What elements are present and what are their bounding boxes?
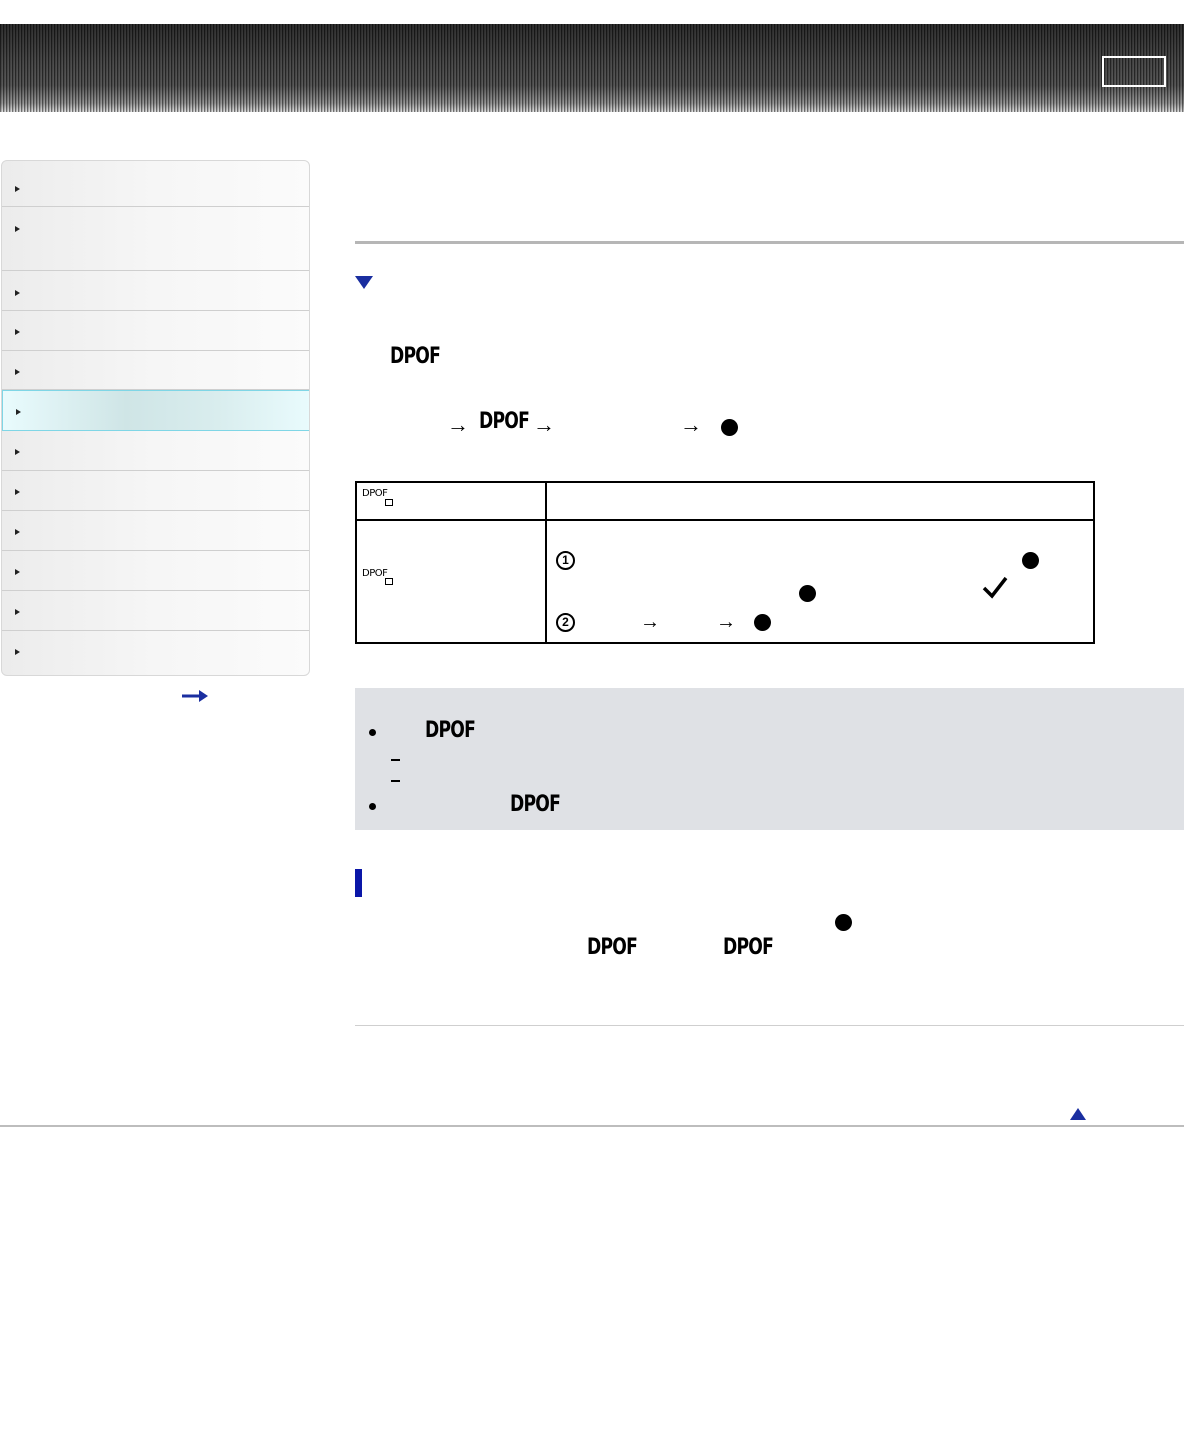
dpof-icon: DPOF	[479, 409, 530, 434]
table-cell-icon: DPOF	[355, 519, 547, 644]
chevron-right-icon	[15, 290, 20, 296]
table-cell-icon: DPOF	[355, 481, 547, 521]
checkbox-icon	[385, 499, 393, 506]
dash-marker	[391, 780, 400, 782]
dpof-icon: DPOF	[723, 935, 774, 960]
step-number-1: 1	[556, 551, 575, 570]
arrow-glyph: →	[716, 611, 736, 633]
chevron-right-icon	[15, 569, 20, 575]
center-button-icon	[835, 914, 852, 931]
header-search-box[interactable]	[1102, 56, 1166, 87]
dpof-icon: DPOF	[390, 344, 441, 369]
header-banner	[0, 24, 1184, 112]
arrow-glyph: →	[533, 412, 555, 437]
content-divider	[355, 1025, 1184, 1026]
footer-divider	[0, 1125, 1184, 1127]
bullet-dot	[369, 803, 376, 810]
chevron-right-icon	[15, 449, 20, 455]
sidebar-item-3[interactable]	[2, 271, 309, 311]
arrow-glyph: →	[640, 611, 660, 633]
dpof-icon: DPOF	[587, 935, 638, 960]
sidebar-item-11[interactable]	[2, 591, 309, 631]
sidebar-item-10[interactable]	[2, 551, 309, 591]
arrow-glyph: →	[447, 412, 469, 437]
bullet-dot	[369, 729, 376, 736]
checkmark-icon	[982, 576, 1008, 599]
right-arrow-icon[interactable]	[182, 690, 208, 702]
chevron-right-icon	[15, 369, 20, 375]
sidebar-item-2[interactable]	[2, 207, 309, 271]
chevron-right-icon	[15, 226, 20, 232]
chevron-right-icon	[15, 649, 20, 655]
checkbox-checked-icon	[385, 578, 393, 585]
sidebar-nav	[1, 160, 310, 676]
chevron-right-icon	[15, 186, 20, 192]
table-row: DPOF	[355, 481, 1095, 521]
note-box: DPOF DPOF	[355, 688, 1184, 830]
table-cell-description	[545, 519, 1095, 644]
sidebar-item-9[interactable]	[2, 511, 309, 551]
table-cell-description	[545, 481, 1095, 521]
chevron-right-icon	[15, 329, 20, 335]
triangle-down-icon[interactable]	[355, 276, 373, 290]
chevron-right-icon	[15, 529, 20, 535]
chevron-right-icon	[15, 609, 20, 615]
center-button-icon	[721, 419, 738, 436]
dpof-small-icon: DPOF	[362, 488, 388, 499]
title-divider	[355, 241, 1184, 244]
dpof-small-icon: DPOF	[362, 568, 388, 579]
center-button-icon	[1022, 552, 1039, 569]
sidebar-item-5[interactable]	[2, 351, 309, 390]
dpof-icon: DPOF	[510, 792, 561, 817]
step-number-2: 2	[556, 613, 575, 632]
dpof-icon: DPOF	[425, 718, 476, 743]
sidebar-item-12[interactable]	[2, 631, 309, 675]
center-button-icon	[754, 614, 771, 631]
section-heading-bar	[355, 869, 362, 897]
chevron-right-icon	[16, 409, 21, 415]
sidebar-item-4[interactable]	[2, 311, 309, 351]
dash-marker	[391, 759, 400, 761]
center-button-icon	[799, 585, 816, 602]
sidebar-item-6-active[interactable]	[2, 390, 309, 431]
chevron-right-icon	[15, 489, 20, 495]
sidebar-item-7[interactable]	[2, 431, 309, 471]
sidebar-item-8[interactable]	[2, 471, 309, 511]
sidebar-item-1[interactable]	[2, 161, 309, 207]
arrow-glyph: →	[680, 412, 702, 437]
back-to-top-icon[interactable]	[1070, 1107, 1086, 1121]
